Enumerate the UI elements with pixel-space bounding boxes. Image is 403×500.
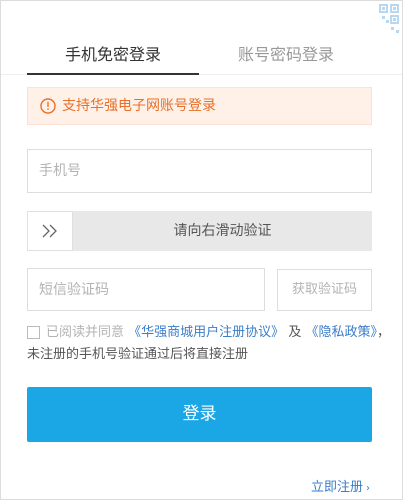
slide-verify-handle[interactable] — [27, 211, 73, 251]
sms-code-input[interactable] — [28, 269, 264, 310]
double-chevron-right-icon — [42, 224, 57, 238]
phone-input[interactable] — [28, 150, 371, 192]
notice-banner: 支持华强电子网账号登录 — [27, 87, 372, 125]
phone-field — [27, 149, 372, 193]
agreement-comma: ， — [376, 325, 390, 340]
privacy-policy-link[interactable]: 《隐私政策》 — [305, 325, 377, 340]
register-link[interactable]: 立即注册 › — [311, 479, 370, 498]
agreement-checkbox[interactable] — [27, 326, 40, 339]
agreement-prefix: 已阅读并同意 — [46, 325, 125, 340]
login-tabs: 手机免密登录 账号密码登录 — [1, 1, 402, 77]
tab-password-login[interactable]: 账号密码登录 — [238, 45, 334, 65]
agreement-and: 及 — [288, 325, 302, 340]
auto-register-note: 未注册的手机号验证通过后将直接注册 — [27, 347, 249, 362]
get-sms-code-button[interactable]: 获取验证码 — [277, 269, 372, 311]
notice-text: 支持华强电子网账号登录 — [62, 98, 216, 114]
sms-code-field — [27, 268, 265, 311]
login-button[interactable]: 登录 — [27, 387, 372, 442]
slide-verify-label: 请向右滑动验证 — [173, 223, 272, 239]
register-label: 立即注册 — [310, 480, 363, 495]
chevron-right-icon: › — [366, 483, 370, 494]
alert-circle-icon — [40, 98, 56, 114]
active-tab-indicator — [27, 73, 199, 75]
tab-phone-login[interactable]: 手机免密登录 — [65, 45, 161, 65]
login-panel: 手机免密登录 账号密码登录 支持华强电子网账号登录 请向右滑动验证 获取验证码 — [0, 0, 403, 500]
agreement-text: 已阅读并同意 《华强商城用户注册协议》 及 《隐私政策》， — [46, 324, 390, 342]
slide-verify-track: 请向右滑动验证 — [27, 211, 372, 251]
user-agreement-link[interactable]: 《华强商城用户注册协议》 — [128, 325, 284, 340]
